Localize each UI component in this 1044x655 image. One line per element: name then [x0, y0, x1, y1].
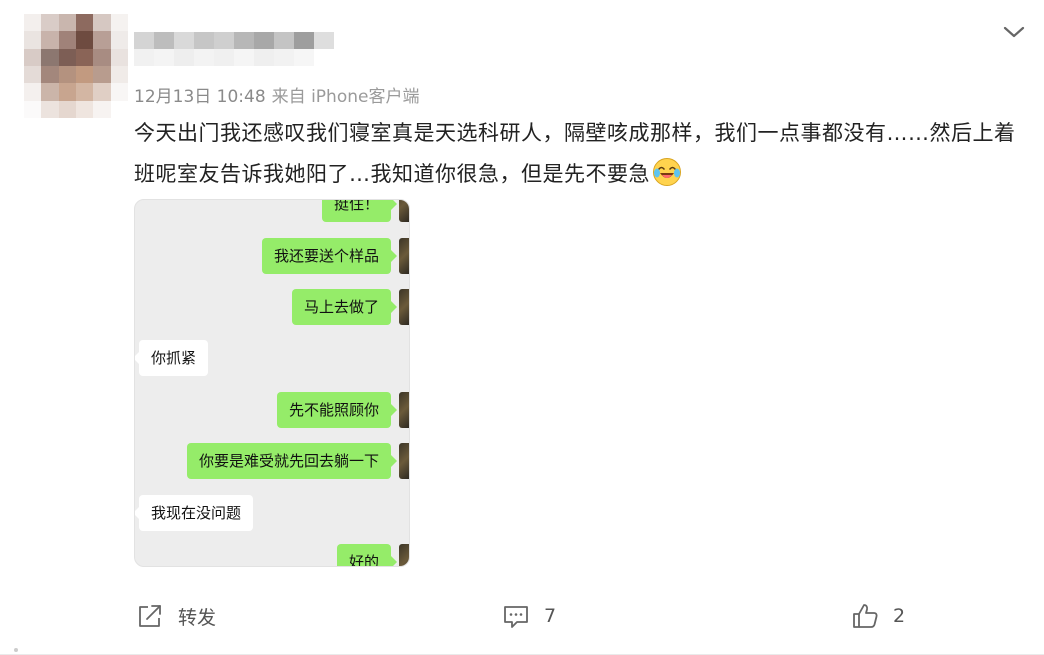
comment-count: 7 — [544, 605, 557, 627]
chat-avatar — [399, 443, 409, 479]
comment-icon — [502, 602, 530, 630]
chat-message: 好的 — [336, 544, 398, 566]
chat-message: 马上去做了 — [291, 289, 398, 325]
chat-screenshot-image[interactable]: 挺住！ 我还要送个样品 马上去做了 你抓紧 先不能照顾你 你要是难受就先回去躺一… — [134, 199, 410, 567]
chat-bubble: 我现在没问题 — [135, 495, 254, 531]
weibo-post-card: 12月13日 10:48 来自 iPhone客户端 今天出门我还感叹我们寝室真是天… — [0, 0, 1044, 655]
thumbs-up-icon — [851, 602, 879, 630]
chat-message: 你抓紧 — [135, 340, 209, 376]
chat-message: 我还要送个样品 — [261, 238, 398, 274]
chat-bubble: 我还要送个样品 — [261, 238, 398, 274]
forward-button[interactable]: 转发 — [136, 596, 216, 636]
comment-button[interactable]: 7 — [502, 596, 556, 636]
chat-bubble: 先不能照顾你 — [276, 392, 398, 428]
chat-bubble: 你抓紧 — [135, 340, 209, 376]
chat-avatar — [399, 544, 409, 566]
chat-message: 挺住！ — [321, 200, 398, 222]
chat-avatar — [399, 200, 409, 222]
chat-avatar — [399, 392, 409, 428]
post-text-body: 今天出门我还感叹我们寝室真是天选科研人，隔壁咳成那样，我们一点事都没有……然后上… — [134, 121, 1016, 186]
chat-bubble: 你要是难受就先回去躺一下 — [186, 443, 398, 479]
post-meta: 12月13日 10:48 来自 iPhone客户端 — [134, 82, 419, 107]
like-count: 2 — [893, 605, 906, 627]
chat-message: 我现在没问题 — [135, 495, 254, 531]
forward-label: 转发 — [178, 606, 217, 629]
share-icon — [136, 602, 164, 630]
action-bar: 转发 7 2 — [0, 596, 1044, 636]
post-source: 来自 iPhone客户端 — [271, 87, 420, 107]
chat-message: 你要是难受就先回去躺一下 — [186, 443, 398, 479]
avatar[interactable] — [24, 14, 128, 118]
username-blurred[interactable] — [134, 32, 334, 66]
chat-message: 先不能照顾你 — [276, 392, 398, 428]
chat-avatar — [399, 289, 409, 325]
chevron-down-icon[interactable] — [1002, 20, 1026, 44]
laugh-cry-emoji — [652, 157, 682, 187]
divider-dot — [14, 648, 18, 652]
chat-bubble: 挺住！ — [321, 200, 398, 222]
like-button[interactable]: 2 — [851, 596, 905, 636]
chat-bubble: 好的 — [336, 544, 398, 566]
chat-bubble: 马上去做了 — [291, 289, 398, 325]
post-text: 今天出门我还感叹我们寝室真是天选科研人，隔壁咳成那样，我们一点事都没有……然后上… — [134, 113, 1024, 195]
chat-avatar — [399, 238, 409, 274]
post-time[interactable]: 12月13日 10:48 — [134, 87, 266, 107]
